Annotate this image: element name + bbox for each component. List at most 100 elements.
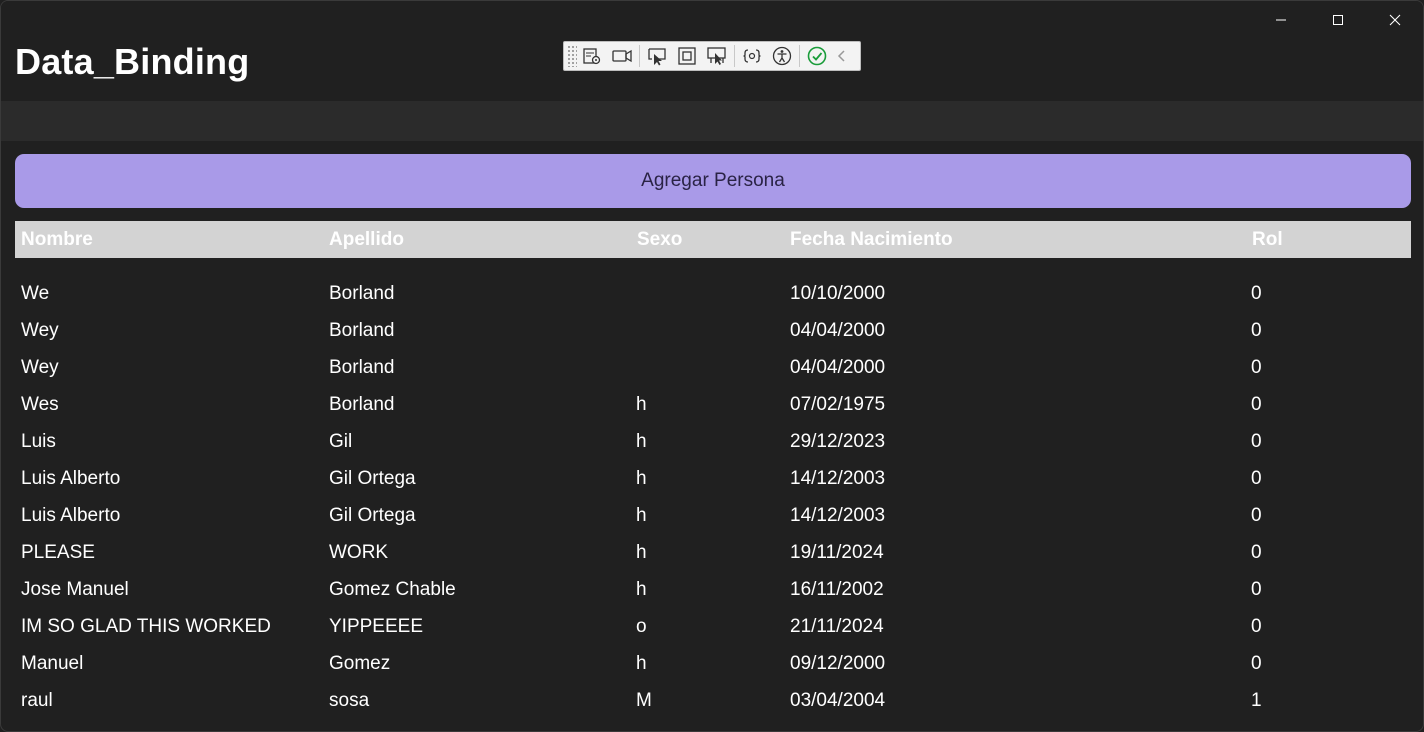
cell-fecha-nacimiento: 16/11/2002 [790, 579, 884, 600]
list-item[interactable]: raul sosa M 03/04/2004 1 [1, 682, 1423, 719]
cell-sexo: h [636, 542, 647, 563]
select-element-button[interactable] [642, 43, 672, 69]
toolbar-separator [639, 45, 640, 67]
cell-apellido: sosa [329, 690, 370, 711]
list-item[interactable]: Jose Manuel Gomez Chable h 16/11/2002 0 [1, 571, 1423, 608]
cell-fecha-nacimiento: 04/04/2000 [790, 320, 886, 341]
cell-apellido: Gil Ortega [329, 505, 416, 526]
person-list: We Borland 10/10/2000 0 Wey Borland 04/0… [1, 275, 1423, 719]
cell-apellido: Gomez [329, 653, 391, 674]
cell-fecha-nacimiento: 03/04/2004 [790, 690, 886, 711]
list-item[interactable]: IM SO GLAD THIS WORKED YIPPEEEE o 21/11/… [1, 608, 1423, 645]
cell-fecha-nacimiento: 07/02/1975 [790, 394, 886, 415]
binding-failures-icon [743, 49, 761, 63]
cell-nombre: Wey [21, 320, 59, 341]
app-title: Data_Binding [15, 41, 250, 82]
cell-apellido: Borland [329, 357, 395, 378]
list-item[interactable]: Wey Borland 04/04/2000 0 [1, 312, 1423, 349]
display-layout-adorners-button[interactable] [672, 43, 702, 69]
column-header-apellido: Apellido [329, 229, 404, 250]
cell-nombre: Wes [21, 394, 59, 415]
cell-nombre: Manuel [21, 653, 84, 674]
live-visual-tree-button[interactable] [577, 43, 607, 69]
toolbar-grip-handle[interactable] [567, 45, 577, 67]
cell-nombre: We [21, 283, 50, 304]
cell-nombre: Luis Alberto [21, 505, 121, 526]
cell-rol: 0 [1251, 283, 1262, 304]
cell-sexo: h [636, 505, 647, 526]
cell-fecha-nacimiento: 04/04/2000 [790, 357, 886, 378]
column-header-fecha-nacimiento: Fecha Nacimiento [790, 229, 953, 250]
cell-nombre: Jose Manuel [21, 579, 129, 600]
display-layout-adorners-icon [678, 47, 696, 65]
cell-nombre: Luis [21, 431, 56, 452]
cell-sexo: h [636, 579, 647, 600]
column-header-nombre: Nombre [21, 229, 93, 250]
in-app-dev-toolbar [563, 41, 861, 71]
column-header-sexo: Sexo [637, 229, 683, 250]
toolbar-separator [734, 45, 735, 67]
status-indicator[interactable] [802, 43, 832, 69]
list-item[interactable]: Manuel Gomez h 09/12/2000 0 [1, 645, 1423, 682]
cell-sexo: h [636, 394, 647, 415]
maximize-button[interactable] [1310, 1, 1366, 39]
cell-fecha-nacimiento: 29/12/2023 [790, 431, 886, 452]
live-visual-tree-icon [583, 48, 601, 65]
add-person-button[interactable]: Agregar Persona [15, 154, 1411, 208]
list-item[interactable]: Wes Borland h 07/02/1975 0 [1, 386, 1423, 423]
toolbar-separator [799, 45, 800, 67]
column-header-rol: Rol [1252, 229, 1283, 250]
list-item[interactable]: Wey Borland 04/04/2000 0 [1, 349, 1423, 386]
cell-fecha-nacimiento: 19/11/2024 [790, 542, 884, 563]
cell-apellido: YIPPEEEE [329, 616, 423, 637]
cell-sexo: o [636, 616, 647, 637]
app-window: Data_Binding Agregar Persona Nombre Apel… [0, 0, 1424, 732]
cell-nombre: Wey [21, 357, 59, 378]
status-ok-icon [807, 46, 827, 66]
cell-nombre: IM SO GLAD THIS WORKED [21, 616, 271, 637]
cell-rol: 0 [1251, 320, 1262, 341]
cell-apellido: Borland [329, 320, 395, 341]
cell-sexo: h [636, 431, 647, 452]
cell-apellido: Borland [329, 394, 395, 415]
toolbar-strip [1, 101, 1423, 141]
track-focus-button[interactable] [702, 43, 732, 69]
cell-apellido: Gil Ortega [329, 468, 416, 489]
cell-rol: 0 [1251, 468, 1262, 489]
table-header: Nombre Apellido Sexo Fecha Nacimiento Ro… [15, 221, 1411, 258]
cell-fecha-nacimiento: 14/12/2003 [790, 468, 886, 489]
cell-apellido: Gil [329, 431, 353, 452]
accessibility-icon [772, 46, 792, 66]
cell-rol: 0 [1251, 579, 1262, 600]
cell-nombre: raul [21, 690, 53, 711]
cell-nombre: PLEASE [21, 542, 95, 563]
record-button[interactable] [607, 43, 637, 69]
cell-rol: 0 [1251, 431, 1262, 452]
collapse-toolbar-button[interactable] [832, 43, 852, 69]
minimize-button[interactable] [1253, 1, 1309, 39]
list-item[interactable]: We Borland 10/10/2000 0 [1, 275, 1423, 312]
list-item[interactable]: Luis Alberto Gil Ortega h 14/12/2003 0 [1, 460, 1423, 497]
close-button[interactable] [1367, 1, 1423, 39]
cell-sexo: h [636, 653, 647, 674]
cell-sexo: h [636, 468, 647, 489]
cell-apellido: Borland [329, 283, 395, 304]
cell-nombre: Luis Alberto [21, 468, 121, 489]
cell-rol: 0 [1251, 357, 1262, 378]
cell-rol: 0 [1251, 616, 1262, 637]
cell-apellido: WORK [329, 542, 389, 563]
title-bar[interactable]: Data_Binding [1, 1, 1423, 101]
list-item[interactable]: Luis Alberto Gil Ortega h 14/12/2003 0 [1, 497, 1423, 534]
list-item[interactable]: PLEASE WORK h 19/11/2024 0 [1, 534, 1423, 571]
track-focus-icon [707, 47, 726, 65]
record-icon [612, 49, 632, 63]
binding-failures-button[interactable] [737, 43, 767, 69]
maximize-icon [1333, 15, 1343, 25]
cell-fecha-nacimiento: 10/10/2000 [790, 283, 886, 304]
accessibility-checker-button[interactable] [767, 43, 797, 69]
cell-rol: 0 [1251, 394, 1262, 415]
cell-sexo: M [636, 690, 652, 711]
cell-apellido: Gomez Chable [329, 579, 456, 600]
cell-fecha-nacimiento: 21/11/2024 [790, 616, 884, 637]
list-item[interactable]: Luis Gil h 29/12/2023 0 [1, 423, 1423, 460]
